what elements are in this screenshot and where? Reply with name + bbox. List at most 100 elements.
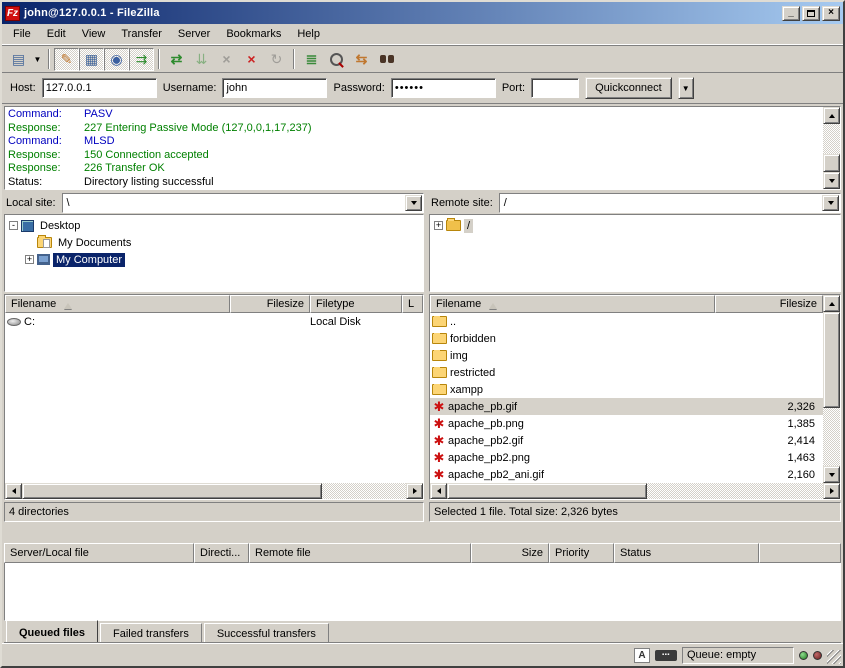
local-hscrollbar[interactable] [5,483,423,499]
queue-list[interactable] [4,563,841,621]
menu-item[interactable]: Bookmarks [219,26,288,42]
file-row[interactable]: apache_pb2.png 1,463 [430,449,823,466]
process-queue-icon[interactable] [189,48,214,71]
file-row[interactable]: restricted [430,364,823,381]
image-file-icon [432,401,446,412]
keyboard-badge-icon: ▪▪▪ [655,650,677,661]
toggle-message-log-icon[interactable] [54,48,79,71]
scroll-down-icon[interactable] [823,466,840,483]
column-header-direction[interactable]: Directi... [194,543,249,563]
log-scrollbar[interactable] [823,107,840,189]
maximize-icon [807,10,815,17]
ascii-transfer-type-icon: A [634,648,650,663]
scrollbar-thumb[interactable] [22,483,322,499]
site-manager-dropdown-icon[interactable]: ▼ [31,48,44,71]
menu-item[interactable]: View [75,26,113,42]
reconnect-icon[interactable] [264,48,289,71]
tree-item-my-documents[interactable]: My Documents [22,234,422,251]
collapse-icon[interactable]: - [9,221,18,230]
username-input[interactable] [222,78,327,98]
disconnect-icon[interactable] [239,48,264,71]
remote-vscrollbar[interactable] [823,295,840,483]
remote-list-body: .. forbidden img [430,313,823,483]
file-row[interactable]: img [430,347,823,364]
local-site-combo[interactable]: \ [62,193,424,213]
file-name: xampp [450,384,483,396]
scrollbar-thumb[interactable] [447,483,647,499]
local-site-label: Local site: [4,197,58,209]
file-row[interactable]: apache_pb2_ani.gif 2,160 [430,466,823,483]
column-header-remote-file[interactable]: Remote file [249,543,471,563]
tree-item-my-computer[interactable]: + My Computer [22,251,422,268]
tree-item-root[interactable]: + / [431,217,839,234]
tree-item-desktop[interactable]: - Desktop [6,217,422,234]
combo-dropdown-icon[interactable] [405,195,422,211]
directory-compare-icon[interactable] [299,48,324,71]
column-header-server-local-file[interactable]: Server/Local file [4,543,194,563]
toggle-queue-icon[interactable] [129,48,154,71]
refresh-icon[interactable] [164,48,189,71]
scroll-down-icon[interactable] [823,172,840,189]
column-header-status[interactable]: Status [614,543,759,563]
remote-hscrollbar[interactable] [430,483,840,499]
log-line-label: Response: [8,122,84,136]
scroll-left-icon[interactable] [5,483,22,499]
scrollbar-thumb[interactable] [823,312,840,408]
column-header-priority[interactable]: Priority [549,543,614,563]
column-header-filename[interactable]: Filename [430,295,715,313]
scroll-left-icon[interactable] [430,483,447,499]
quickconnect-button[interactable]: Quickconnect [585,77,672,99]
queue-tab[interactable]: Successful transfers [204,623,329,642]
port-input[interactable] [531,78,579,98]
synchronized-browsing-icon[interactable] [349,48,374,71]
menu-item[interactable]: Transfer [114,26,169,42]
file-row[interactable]: .. [430,313,823,330]
scrollbar-thumb[interactable] [823,154,840,172]
quickconnect-dropdown-icon[interactable]: ▼ [678,77,694,99]
scroll-up-icon[interactable] [823,107,840,124]
menu-item[interactable]: Help [290,26,327,42]
file-row[interactable]: apache_pb2.gif 2,414 [430,432,823,449]
local-status-text: 4 directories [9,506,69,518]
drive-row[interactable]: C: Local Disk [5,313,423,330]
file-name: forbidden [450,333,496,345]
file-row[interactable]: xampp [430,381,823,398]
expand-icon[interactable]: + [434,221,443,230]
open-folder-icon [446,220,461,231]
toggle-local-tree-icon[interactable] [79,48,104,71]
scroll-right-icon[interactable] [823,483,840,499]
file-row[interactable]: apache_pb.png 1,385 [430,415,823,432]
host-input[interactable] [42,78,157,98]
scroll-up-icon[interactable] [823,295,840,312]
column-label: Server/Local file [10,547,89,559]
close-button[interactable]: × [822,6,840,21]
file-row[interactable]: forbidden [430,330,823,347]
red-led-indicator [813,651,822,660]
menu-item[interactable]: Server [171,26,217,42]
remote-site-combo[interactable]: / [499,193,841,213]
column-header-filesize[interactable]: Filesize [715,295,823,313]
column-header-last-modified[interactable]: L [402,295,423,313]
resize-grip[interactable] [827,650,841,664]
file-name: restricted [450,367,495,379]
menu-item[interactable]: Edit [40,26,73,42]
column-header-size[interactable]: Size [471,543,549,563]
maximize-button[interactable] [802,6,820,21]
menu-item[interactable]: File [6,26,38,42]
expand-icon[interactable]: + [25,255,34,264]
queue-tab[interactable]: Failed transfers [100,623,202,642]
column-header-filetype[interactable]: Filetype [310,295,402,313]
combo-dropdown-icon[interactable] [822,195,839,211]
cancel-icon[interactable] [214,48,239,71]
password-input[interactable] [391,78,496,98]
minimize-button[interactable]: _ [782,6,800,21]
file-row[interactable]: apache_pb.gif 2,326 [430,398,823,415]
file-search-icon[interactable] [324,48,349,71]
column-header-filename[interactable]: Filename [5,295,230,313]
column-header-filesize[interactable]: Filesize [230,295,310,313]
scroll-right-icon[interactable] [406,483,423,499]
filter-icon[interactable] [374,48,399,71]
site-manager-icon[interactable] [6,48,31,71]
toggle-remote-tree-icon[interactable] [104,48,129,71]
queue-tab[interactable]: Queued files [6,620,98,642]
